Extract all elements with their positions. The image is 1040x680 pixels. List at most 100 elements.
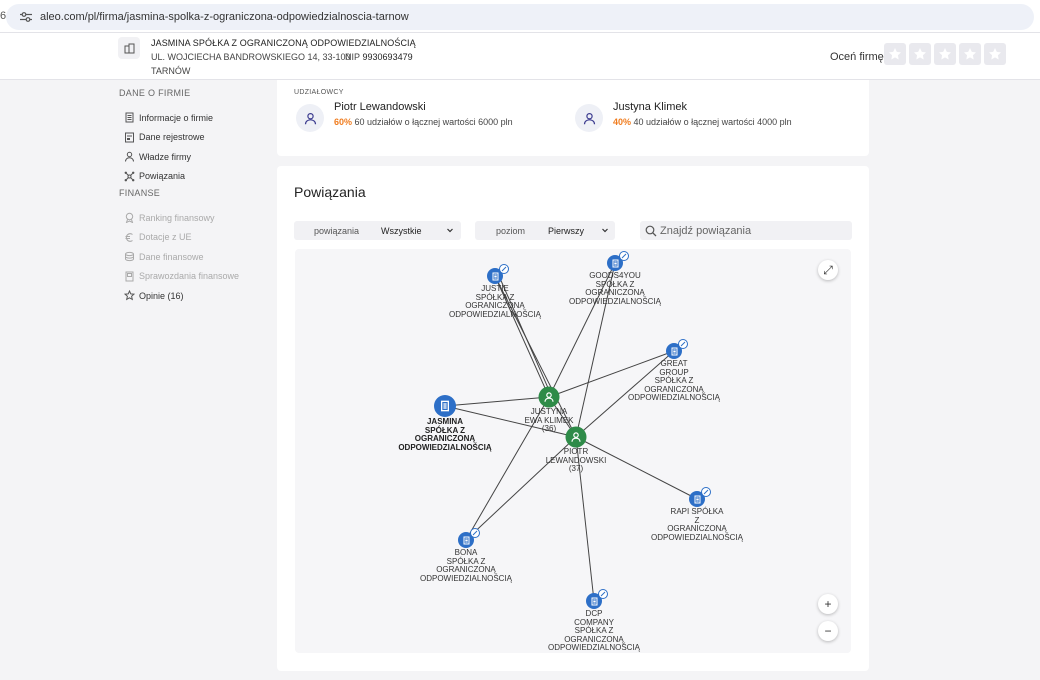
link-icon[interactable] [499,264,509,274]
shareholder-name[interactable]: Piotr Lewandowski [334,101,513,113]
shareholder-percent: 40% [613,117,632,127]
graph-node-label[interactable]: DCP COMPANY SPÓŁKA Z OGRANICZONĄ ODPOWIEDZIA… [547,609,641,653]
search-icon [645,225,657,236]
shareholder-detail: 40 udziałów o łącznej wartości 4000 pln [633,117,792,127]
company-nip: NIP 9930693479 [345,52,413,62]
rating-star[interactable] [909,43,931,65]
link-icon[interactable] [678,339,688,349]
sidebar-item-label: Dotacje z UE [139,232,192,243]
sidebar-group-company-data: Informacje o firmie Dane rejestrowe Władze… [116,108,266,186]
company-header: JASMINA SPÓŁKA Z OGRANICZONĄ ODPOWIEDZIA… [0,33,1040,80]
graph-node-label[interactable]: RAPI SPÓŁKA Z OGRANICZONĄ ODPOWIEDZIALNOŚCI… [650,507,744,542]
graph-node-company[interactable] [434,395,456,417]
link-icon[interactable] [598,589,608,599]
sidebar-section-finance: FINANSE [119,188,161,198]
sidebar-item[interactable]: Władze firmy [116,147,266,167]
star-icon [889,48,901,60]
sidebar-item[interactable]: Sprawozdania finansowe [116,267,266,287]
graph-node-label[interactable]: GOODS4YOU SPÓŁKA Z OGRANICZONĄ ODPOWIEDZIAL… [568,271,662,306]
minus-icon: − [824,624,832,638]
address-bar[interactable]: aleo.com/pl/firma/jasmina-spolka-z-ogran… [6,4,1034,30]
shareholders-card: UDZIAŁOWCY Piotr Lewandowski 60% 60 udzi… [277,80,869,156]
graph-node-label-line: ODPOWIEDZIALNOŚCIĄ [650,532,744,542]
avatar [575,104,603,132]
sidebar: DANE O FIRMIE Informacje o firmie Dane re… [116,88,266,306]
rating-star[interactable] [959,43,981,65]
sidebar-item[interactable]: Opinie (16) [116,286,266,306]
company-logo [118,37,140,59]
shareholder-percent: 60% [334,117,353,127]
rating-star[interactable] [884,43,906,65]
url-text[interactable]: aleo.com/pl/firma/jasmina-spolka-z-ogran… [40,11,409,23]
shareholder-item[interactable]: Justyna Klimek 40% 40 udziałów o łącznej… [575,101,792,132]
graph-node-label-line: ODPOWIEDZIALNOŚCIĄ [627,393,721,402]
medal-icon [125,213,134,224]
graph-node-label[interactable]: PIOTR LEWANDOWSKI (37) [546,447,607,474]
building-icon [492,272,498,280]
expand-button[interactable]: ⤢ [818,260,838,280]
document-icon [125,112,134,123]
sidebar-item[interactable]: Dane rejestrowe [116,128,266,148]
connections-graph[interactable]: ⤢ + − JUSTIE SPÓŁKA Z OGRANICZONĄ ODPOWIEDZ… [295,249,851,653]
company-address: UL. WOJCIECHA BANDROWSKIEGO 14, 33-100 [151,52,351,62]
connections-type-select[interactable]: powiązania Wszystkie [294,221,461,240]
star-icon [914,48,926,60]
site-settings-icon[interactable] [20,12,32,22]
sidebar-item[interactable]: Informacje o firmie [116,108,266,128]
sidebar-item-label: Dane rejestrowe [139,132,205,143]
sidebar-item-label: Ranking finansowy [139,212,215,223]
link-icon[interactable] [701,487,711,497]
building-icon [441,400,449,412]
level-select[interactable]: poziom Pierwszy [475,221,615,240]
search-input[interactable] [660,224,850,237]
graph-node-person[interactable] [538,386,560,408]
browser-bar: 6 aleo.com/pl/firma/jasmina-spolka-z-ogr… [0,0,1040,33]
graph-node-label-line: ODPOWIEDZIALNOŚCIĄ [398,442,492,452]
graph-node-label[interactable]: JUSTYNA EWA KLIMEK (36) [524,407,573,434]
star-icon [939,48,951,60]
link-icon[interactable] [470,528,480,538]
sidebar-item[interactable]: Ranking finansowy [116,208,266,228]
sidebar-item[interactable]: Powiązania [116,167,266,187]
sidebar-item-label: Informacje o firmie [139,112,214,123]
zoom-in-button[interactable]: + [818,594,838,614]
graph-node-label[interactable]: BONA SPÓŁKA Z OGRANICZONĄ ODPOWIEDZIALNOŚCI… [420,548,512,583]
filter-label: poziom [496,225,526,236]
graph-edge [444,396,550,407]
company-city: TARNÓW [151,66,191,76]
sidebar-section-company-data: DANE O FIRMIE [119,88,191,98]
sidebar-item-label: Opinie (16) [139,290,184,301]
euro-icon [125,232,133,242]
connections-search[interactable] [640,221,852,240]
rating-star[interactable] [934,43,956,65]
graph-node-person[interactable] [565,426,587,448]
section-title: Powiązania [294,184,366,200]
graph-node-label[interactable]: JASMINA SPÓŁKA Z OGRANICZONĄ ODPOWIEDZIALNO… [398,417,492,452]
sidebar-group-finance: Ranking finansowy Dotacje z UE Dane finans… [116,208,266,306]
shareholder-item[interactable]: Piotr Lewandowski 60% 60 udziałów o łącz… [296,101,513,132]
sidebar-item[interactable]: Dotacje z UE [116,228,266,248]
nip-label: NIP [345,52,361,62]
connections-card: Powiązania powiązania Wszystkie poziom P… [277,166,869,671]
graph-node-label[interactable]: GREAT GROUP SPÓŁKA Z OGRANICZONĄ ODPOWIEDZIA… [627,359,721,403]
graph-node-label-line: ODPOWIEDZIALNOŚCIĄ [547,643,641,652]
person-icon [583,112,595,124]
rate-label: Oceń firmę: [830,51,887,63]
chevron-down-icon [447,228,453,233]
filter-label: powiązania [314,225,360,236]
building-icon [124,43,134,53]
person-icon [304,112,316,124]
sidebar-item[interactable]: Dane finansowe [116,247,266,267]
rating-stars[interactable] [884,43,1006,65]
company-name: JASMINA SPÓŁKA Z OGRANICZONĄ ODPOWIEDZIA… [151,38,416,48]
star-icon [989,48,1001,60]
shareholders-label: UDZIAŁOWCY [294,89,344,96]
graph-node-label-line: ODPOWIEDZIALNOŚCIĄ [448,309,542,319]
shareholder-name[interactable]: Justyna Klimek [613,101,792,113]
link-icon[interactable] [619,251,629,261]
rating-star[interactable] [984,43,1006,65]
chevron-down-icon [602,228,608,233]
zoom-out-button[interactable]: − [818,621,838,641]
graph-node-label[interactable]: JUSTIE SPÓŁKA Z OGRANICZONĄ ODPOWIEDZIALNOŚ… [448,284,542,319]
graph-node-label-line: ODPOWIEDZIALNOŚCIĄ [568,296,662,306]
